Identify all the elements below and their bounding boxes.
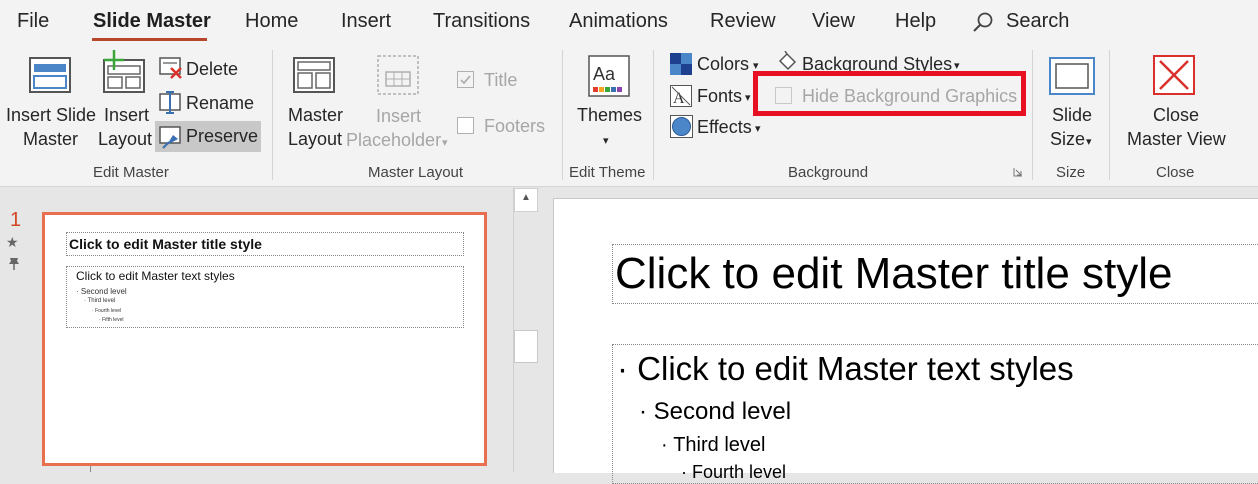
effects-icon [670,115,693,138]
hide-background-graphics-label: Hide Background Graphics [802,86,1018,106]
star-icon: ★ [6,234,19,250]
active-tab-indicator [92,38,207,41]
ribbon-tab-bar: File Slide Master Home Insert Transition… [0,0,1258,46]
group-label-edit-theme: Edit Theme [569,164,646,181]
insert-slide-master-icon [29,57,71,93]
rename-icon [159,91,181,114]
fonts-label: Fonts [697,86,743,106]
tab-help[interactable]: Help [895,10,936,33]
thumbnail-connector [90,466,91,472]
chevron-up-icon: ▲ [521,192,531,203]
preserve-label: Preserve [186,126,259,146]
thumbnail-body-placeholder: Click to edit Master text styles · Secon… [66,266,464,328]
thumbnail-title: Click to edit Master title style [69,236,262,252]
slide-canvas[interactable]: Click to edit Master title style · Click… [553,198,1258,484]
tab-view[interactable]: View [812,10,855,33]
title-checkbox-label: Title [484,70,518,90]
chevron-down-icon: ▾ [442,137,448,149]
scroll-thumb[interactable] [514,330,538,363]
search-icon[interactable] [972,11,994,33]
master-layout-label-2: Layout [288,129,343,149]
thumbnail-level-5: Fifth level [102,317,124,323]
group-separator [562,50,563,180]
svg-text:Aa: Aa [593,64,616,84]
hide-background-graphics-checkbox [775,87,792,104]
slide-size-label-2: Size [1050,129,1086,149]
tell-me-search[interactable]: Search [1006,10,1069,33]
slide-level-3: Third level [673,434,766,456]
slide-size-icon [1049,57,1095,95]
title-placeholder[interactable]: Click to edit Master title style [612,244,1258,304]
tab-home[interactable]: Home [245,10,298,33]
slide-thumbnail[interactable]: Click to edit Master title style Click t… [42,212,487,466]
slide-level-4: Fourth level [692,462,787,482]
group-separator [1109,50,1110,180]
thumbnail-level-2: Second level [80,287,127,296]
insert-layout-label-2: Layout [98,129,153,149]
master-layout-icon [293,57,335,93]
tab-insert[interactable]: Insert [341,10,391,33]
insert-placeholder-icon [377,55,419,95]
fonts-icon: A [670,85,692,107]
effects-label: Effects [697,117,752,137]
group-separator [653,50,654,180]
insert-slide-master-label-2: Master [23,129,79,149]
group-label-master-layout: Master Layout [368,164,464,181]
group-separator [272,50,273,180]
tab-transitions[interactable]: Transitions [433,10,530,33]
insert-placeholder-label-2: Placeholder [346,130,442,150]
body-placeholder[interactable]: · Click to edit Master text styles · Sec… [612,344,1258,484]
ribbon: Insert Slide Master Insert Layout Delete [0,46,1258,187]
thumbnail-body-text: Click to edit Master text styles [76,269,235,283]
group-label-size: Size [1056,164,1086,181]
tab-review[interactable]: Review [710,10,776,33]
close-master-view-label-2: Master View [1127,129,1226,149]
thumbnail-title-placeholder: Click to edit Master title style [66,232,464,256]
thumbnail-scrollbar[interactable]: ▲ [513,187,539,472]
pin-icon [9,258,19,270]
insert-slide-master-label: Insert Slide [6,105,97,125]
footers-checkbox [457,117,474,134]
close-icon [1153,55,1195,95]
chevron-down-icon: ▾ [603,135,609,147]
checkmark-icon [460,75,471,85]
tab-animations[interactable]: Animations [569,10,668,33]
group-label-close: Close [1156,164,1195,181]
group-label-edit-master: Edit Master [93,164,169,181]
slide-size-label: Slide [1052,105,1093,125]
thumbnail-level-3: Third level [87,298,116,304]
group-separator [1032,50,1033,180]
tab-slide-master[interactable]: Slide Master [93,10,211,33]
themes-icon: Aa [588,55,630,97]
insert-layout-icon [103,50,145,93]
slide-level-2: Second level [653,398,792,425]
slide-title: Click to edit Master title style [615,249,1173,298]
group-label-background: Background [788,164,869,181]
title-checkbox [457,71,474,88]
scroll-up-button[interactable]: ▲ [514,188,538,212]
pin-icon [159,126,181,149]
thumbnail-level-4: Fourth level [95,308,122,314]
delete-label: Delete [186,59,239,79]
insert-placeholder-label: Insert [376,106,422,126]
chevron-down-icon: ▾ [745,92,751,104]
slide-number: 1 [10,209,22,231]
chevron-down-icon: ▾ [1086,136,1092,148]
slide-body-text: Click to edit Master text styles [637,350,1074,387]
dialog-launcher-icon[interactable] [1013,167,1023,177]
colors-label: Colors [697,54,750,74]
rename-label: Rename [186,93,255,113]
delete-icon [159,57,182,79]
tab-file[interactable]: File [17,10,49,33]
insert-layout-label: Insert [104,105,150,125]
footers-checkbox-label: Footers [484,116,546,136]
color-palette-icon [670,53,692,75]
master-layout-label: Master [288,105,344,125]
themes-label: Themes [577,105,643,125]
preserve-button[interactable]: Preserve [155,121,261,152]
chevron-down-icon: ▾ [755,123,761,135]
close-master-view-label: Close [1153,105,1200,125]
